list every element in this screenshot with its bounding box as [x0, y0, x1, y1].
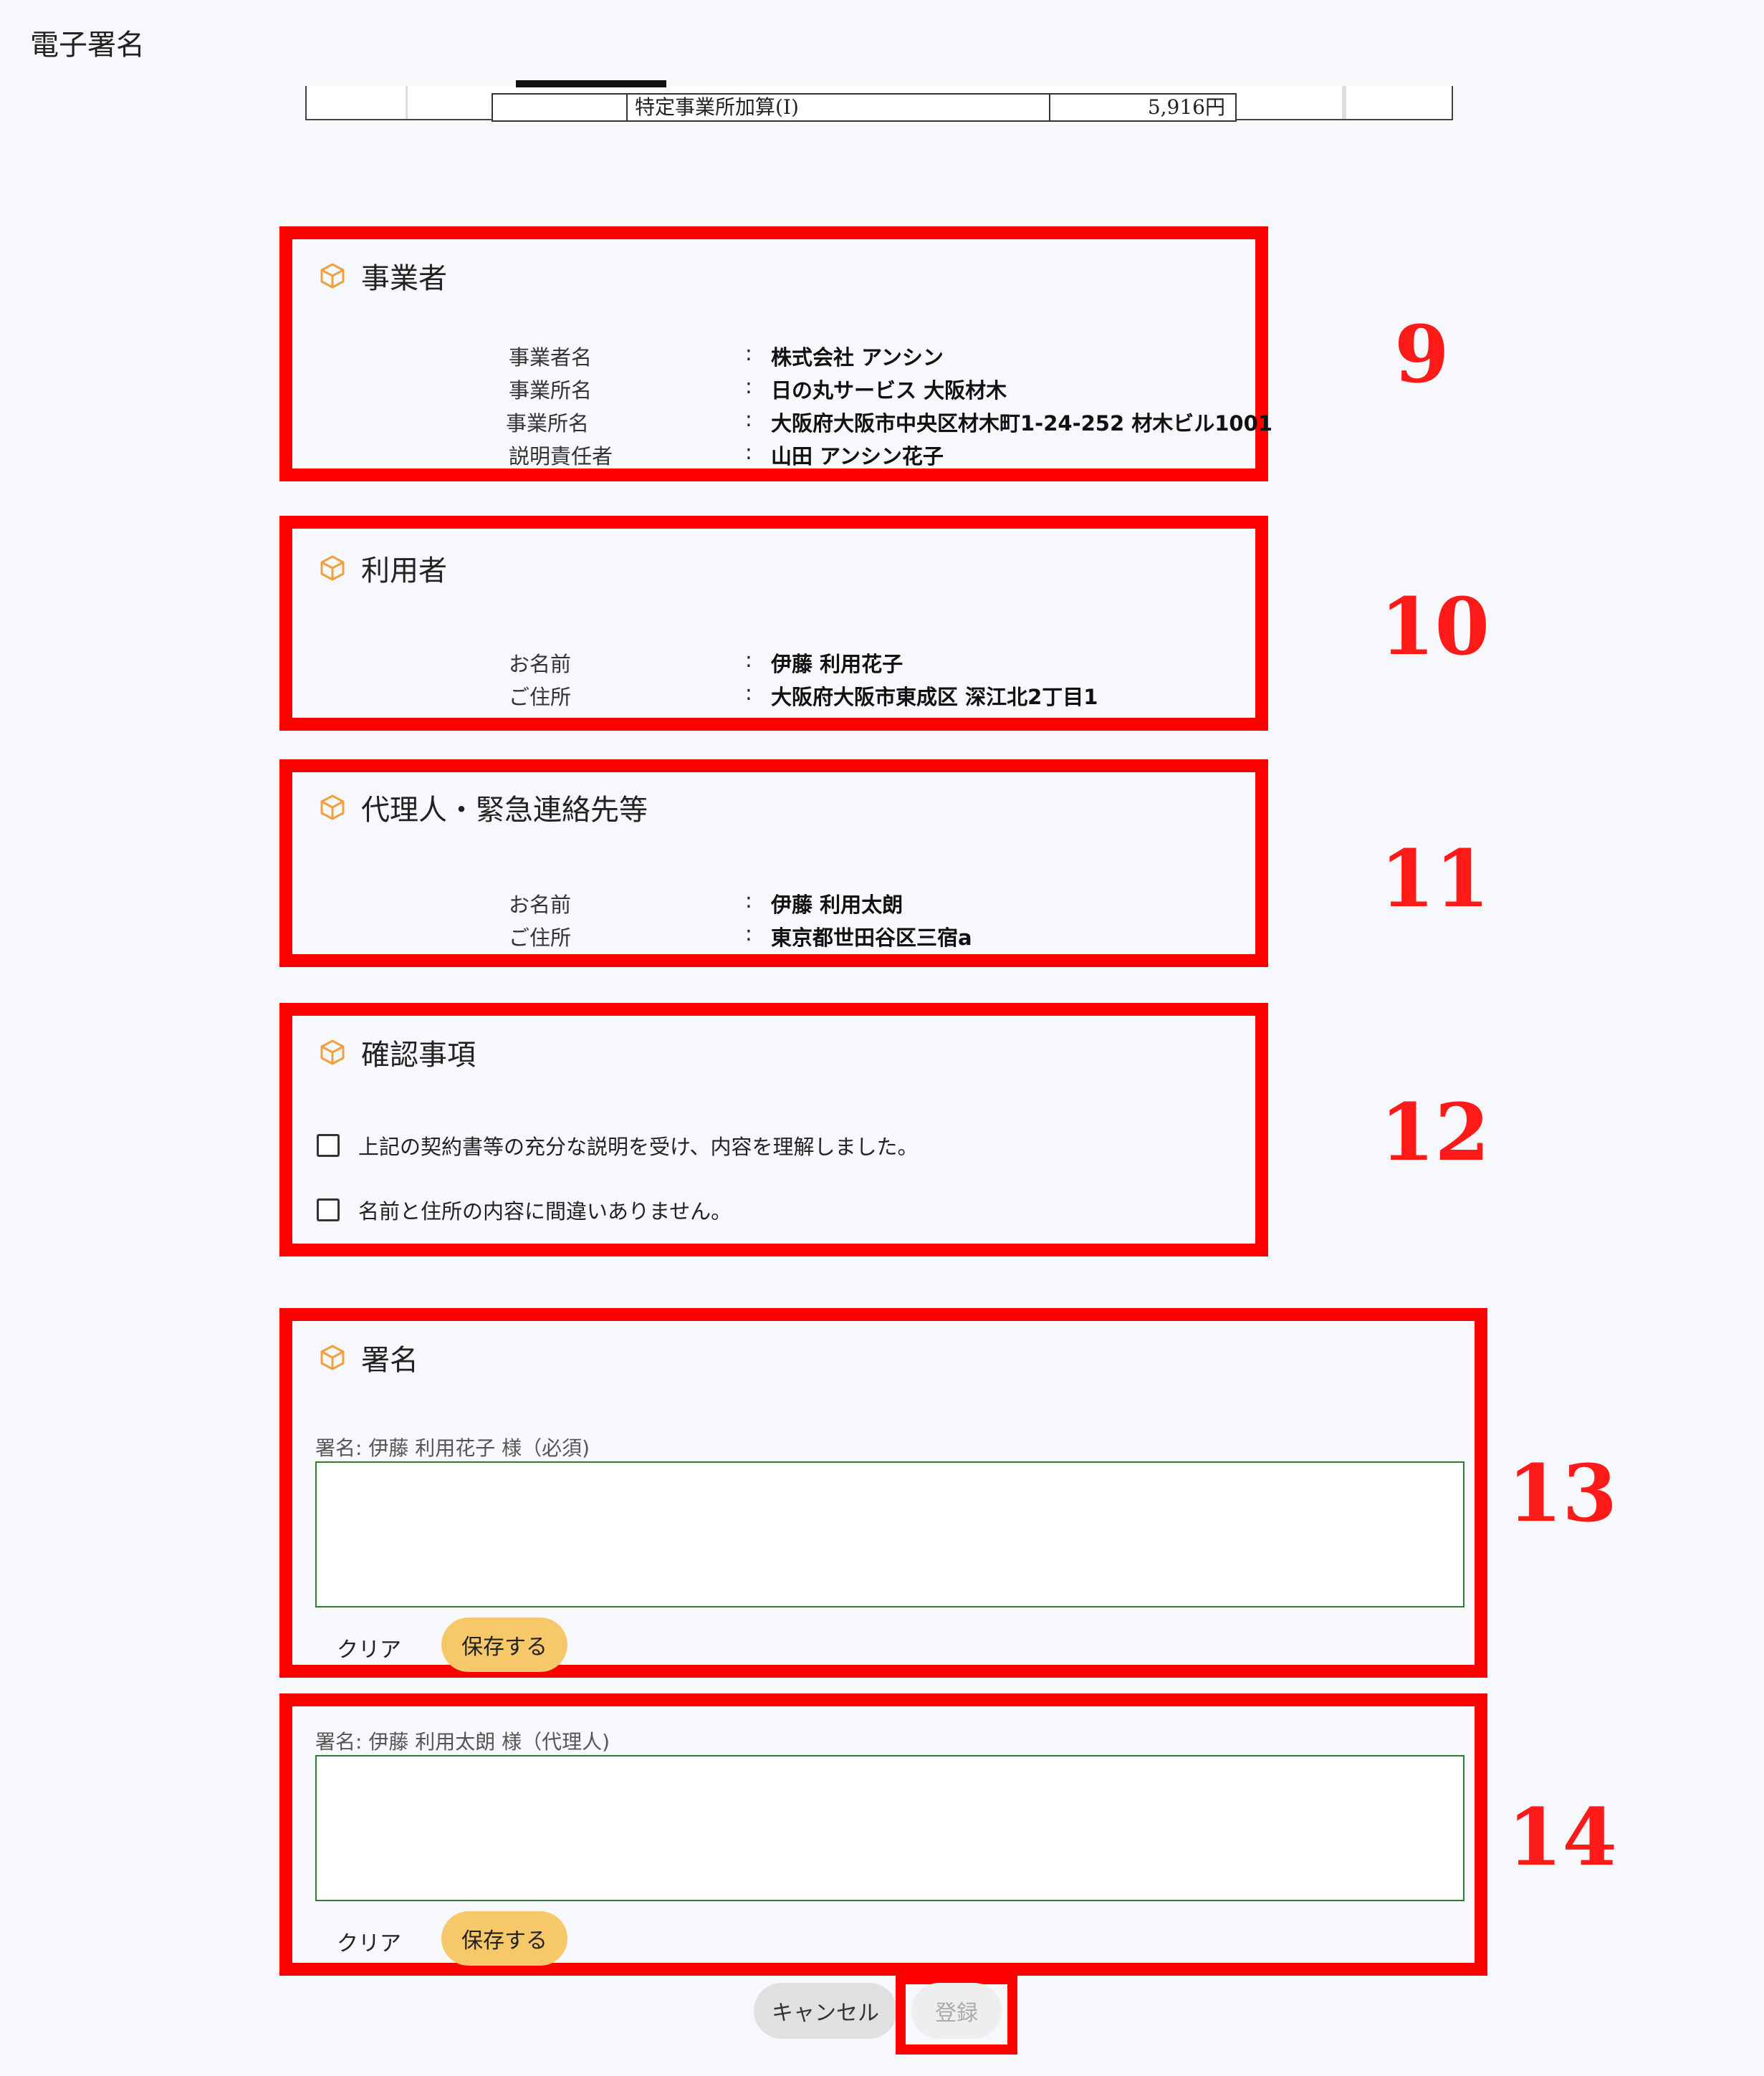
- user-row-label: お名前: [509, 652, 572, 676]
- business-row-label: 事業所名: [509, 378, 593, 403]
- confirm-checkbox[interactable]: [317, 1198, 340, 1221]
- agent-signature-pad[interactable]: [315, 1755, 1465, 1901]
- business-row-label: 事業者名: [509, 345, 593, 370]
- annotation-number-9: 9: [1394, 308, 1449, 400]
- signature-section: 署名 署名: 伊藤 利用花子 様（必須) クリア 保存する: [279, 1308, 1487, 1678]
- agent-section: 代理人・緊急連絡先等 お名前 : 伊藤 利用太朗 ご住所 : 東京都世田谷区三宿…: [279, 759, 1268, 967]
- business-row-label: 説明責任者: [509, 444, 613, 468]
- doc-cell-empty: [493, 95, 628, 120]
- annotation-number-11: 11: [1380, 832, 1490, 925]
- annotation-number-10: 10: [1380, 580, 1490, 673]
- business-section-header: 事業者: [318, 255, 447, 297]
- box-icon: [320, 794, 345, 820]
- box-icon: [320, 555, 345, 581]
- annotation-number-13: 13: [1507, 1447, 1618, 1539]
- agent-row-label: お名前: [509, 893, 572, 917]
- doc-cell-amount: 5,916円: [1147, 95, 1225, 119]
- cancel-button[interactable]: キャンセル: [754, 1983, 897, 2039]
- signature-section-header: 署名: [318, 1337, 418, 1378]
- user-section-header: 利用者: [318, 547, 447, 589]
- agent-row-label: ご住所: [509, 926, 572, 950]
- agent-clear-button[interactable]: クリア: [337, 1926, 401, 1957]
- colon: :: [745, 648, 752, 672]
- doc-cell-item: 特定事業所加算(Ⅰ): [628, 95, 1050, 120]
- agent-save-button[interactable]: 保存する: [441, 1911, 567, 1966]
- colon: :: [745, 407, 752, 431]
- box-icon: [320, 263, 345, 289]
- colon: :: [745, 888, 752, 913]
- user-row-label: ご住所: [509, 685, 572, 709]
- clear-button[interactable]: クリア: [337, 1632, 401, 1663]
- document-header-fragment: [516, 80, 666, 87]
- confirm-item-label: 名前と住所の内容に間違いありません。: [358, 1199, 732, 1224]
- user-section: 利用者 お名前 : 伊藤 利用花子 ご住所 : 大阪府大阪市東成区 深江北2丁目…: [279, 516, 1268, 731]
- confirm-section-title: 確認事項: [361, 1039, 476, 1072]
- colon: :: [745, 681, 752, 705]
- confirm-item-label: 上記の契約書等の充分な説明を受け、内容を理解しました。: [358, 1135, 919, 1159]
- user-section-title: 利用者: [361, 554, 447, 587]
- agent-section-title: 代理人・緊急連絡先等: [361, 794, 648, 827]
- signature-pad[interactable]: [315, 1461, 1465, 1608]
- business-row-value: 山田 アンシン花子: [771, 444, 944, 468]
- business-row-value: 株式会社 アンシン: [771, 345, 944, 370]
- business-row-value: 大阪府大阪市中央区材木町1-24-252 材木ビル1001: [771, 411, 1272, 436]
- business-row-value: 日の丸サービス 大阪材木: [771, 378, 1007, 403]
- confirm-section: 確認事項 上記の契約書等の充分な説明を受け、内容を理解しました。 名前と住所の内…: [279, 1003, 1268, 1256]
- signature-section-title: 署名: [361, 1344, 418, 1377]
- colon: :: [745, 374, 752, 398]
- confirm-checkbox[interactable]: [317, 1134, 340, 1157]
- colon: :: [745, 341, 752, 365]
- box-icon: [320, 1345, 345, 1370]
- agent-section-header: 代理人・緊急連絡先等: [318, 787, 648, 828]
- confirm-item[interactable]: 名前と住所の内容に間違いありません。: [317, 1195, 732, 1225]
- confirm-section-header: 確認事項: [318, 1032, 476, 1073]
- annotation-number-14: 14: [1507, 1791, 1618, 1883]
- business-row-label: 事業所名: [506, 411, 590, 436]
- business-section-title: 事業者: [361, 262, 447, 295]
- agent-signature-label: 署名: 伊藤 利用太朗 様（代理人): [315, 1730, 610, 1754]
- colon: :: [745, 440, 752, 464]
- colon: :: [745, 921, 752, 946]
- submit-button[interactable]: 登録: [911, 1983, 1002, 2039]
- agent-signature-section: 署名: 伊藤 利用太朗 様（代理人) クリア 保存する: [279, 1693, 1487, 1976]
- signature-label: 署名: 伊藤 利用花子 様（必須): [315, 1436, 590, 1460]
- user-row-value: 伊藤 利用花子: [771, 652, 903, 676]
- agent-row-value: 東京都世田谷区三宿a: [771, 926, 972, 950]
- annotation-number-12: 12: [1380, 1086, 1490, 1178]
- document-preview-table: 特定事業所加算(Ⅰ) 5,916円: [492, 93, 1237, 122]
- app-title: 電子署名: [30, 29, 145, 62]
- agent-row-value: 伊藤 利用太朗: [771, 893, 903, 917]
- save-button[interactable]: 保存する: [441, 1618, 567, 1672]
- business-section: 事業者 事業者名 : 株式会社 アンシン 事業所名 : 日の丸サービス 大阪材木…: [279, 226, 1272, 481]
- confirm-item[interactable]: 上記の契約書等の充分な説明を受け、内容を理解しました。: [317, 1130, 919, 1160]
- user-row-value: 大阪府大阪市東成区 深江北2丁目1: [771, 685, 1098, 709]
- box-icon: [320, 1039, 345, 1065]
